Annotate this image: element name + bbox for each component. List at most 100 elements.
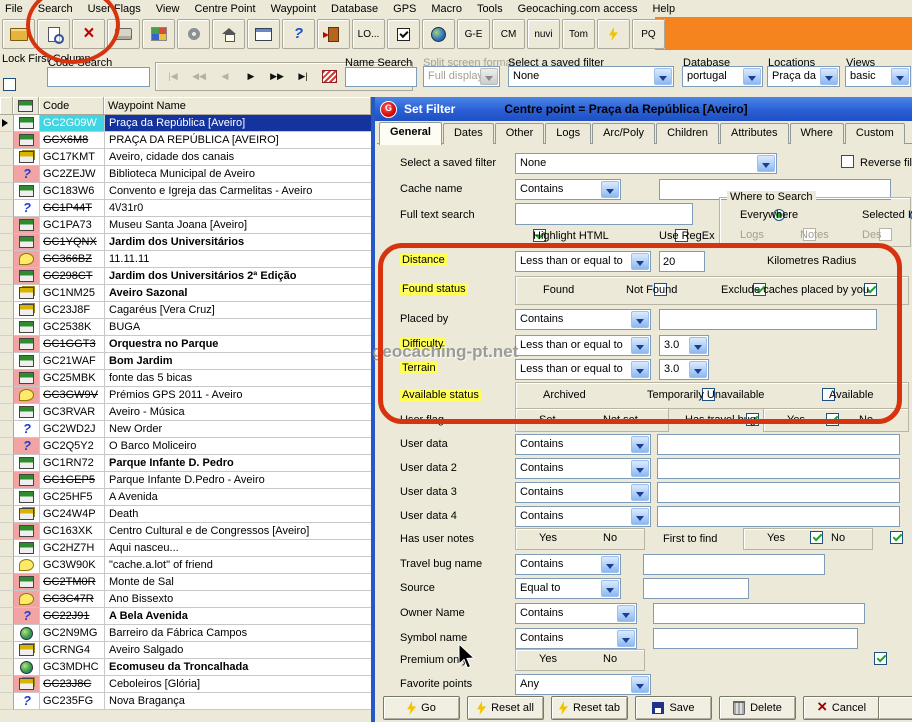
chevron-down-icon[interactable]: [820, 68, 838, 85]
database-select[interactable]: portugal: [682, 66, 763, 87]
partial-button[interactable]: [878, 696, 912, 720]
chevron-down-icon[interactable]: [601, 580, 619, 597]
table-row[interactable]: GC23J8F Cagaréus [Vera Cruz]: [0, 302, 371, 319]
dialog-button[interactable]: Go: [383, 696, 460, 720]
user-data3-op-select[interactable]: Contains: [515, 482, 651, 503]
symbol-name-input[interactable]: [653, 628, 858, 649]
table-row[interactable]: GC1YQNX Jardim dos Universitários: [0, 234, 371, 251]
saved-filter-select[interactable]: None: [508, 66, 674, 87]
dialog-button[interactable]: Reset tab: [551, 696, 628, 720]
table-row[interactable]: GC3MDHC Ecomuseu da Troncalhada: [0, 659, 371, 676]
code-search-input[interactable]: [47, 67, 150, 87]
toolbar-button[interactable]: [177, 19, 210, 49]
table-row[interactable]: GC163XK Centro Cultural e de Congressos …: [0, 523, 371, 540]
toolbar-button[interactable]: LO...: [352, 19, 385, 49]
chevron-down-icon[interactable]: [631, 460, 649, 477]
dialog-button[interactable]: Delete: [719, 696, 796, 720]
chevron-down-icon[interactable]: [631, 337, 649, 354]
toolbar-button[interactable]: [282, 19, 315, 49]
source-op-select[interactable]: Equal to: [515, 578, 621, 599]
chevron-down-icon[interactable]: [654, 68, 672, 85]
table-row[interactable]: GC2538K BUGA: [0, 319, 371, 336]
record-nav-button[interactable]: ▶|: [292, 66, 314, 87]
menu-item[interactable]: Database: [331, 3, 378, 15]
difficulty-value-select[interactable]: 3.0: [659, 335, 709, 356]
dialog-tab[interactable]: Dates: [443, 123, 494, 144]
source-input[interactable]: [643, 578, 749, 599]
chevron-down-icon[interactable]: [631, 253, 649, 270]
dialog-tab[interactable]: Other: [495, 123, 545, 144]
travel-bug-name-op-select[interactable]: Contains: [515, 554, 621, 575]
chevron-down-icon[interactable]: [631, 436, 649, 453]
table-row[interactable]: GC298CT Jardim dos Universitários 2ª Edi…: [0, 268, 371, 285]
toolbar-button[interactable]: [387, 19, 420, 49]
toolbar-button[interactable]: [107, 19, 140, 49]
favorite-points-select[interactable]: Any: [515, 674, 651, 695]
dialog-saved-filter-select[interactable]: None: [515, 153, 777, 174]
toolbar-button[interactable]: Tom: [562, 19, 595, 49]
table-row[interactable]: GC1RN72 Parque Infante D. Pedro: [0, 455, 371, 472]
toolbar-button[interactable]: CM: [492, 19, 525, 49]
reverse-filter-checkbox[interactable]: [841, 155, 854, 168]
user-notes-no-checkbox[interactable]: [890, 531, 903, 544]
table-row[interactable]: GC2HZ7H Aqui nasceu...: [0, 540, 371, 557]
full-text-search-input[interactable]: [515, 203, 693, 225]
dialog-tab[interactable]: Children: [656, 123, 719, 144]
chevron-down-icon[interactable]: [631, 508, 649, 525]
toolbar-button[interactable]: [247, 19, 280, 49]
chevron-down-icon[interactable]: [480, 68, 498, 85]
record-nav-button[interactable]: ◀: [214, 66, 236, 87]
menu-item[interactable]: Geocaching.com access: [518, 3, 638, 15]
table-row[interactable]: GC21WAF Bom Jardim: [0, 353, 371, 370]
chevron-down-icon[interactable]: [631, 484, 649, 501]
cache-name-op-select[interactable]: Contains: [515, 179, 621, 200]
dialog-tab[interactable]: General: [379, 122, 442, 145]
dialog-tab[interactable]: Logs: [545, 123, 591, 144]
owner-name-op-select[interactable]: Contains: [515, 603, 637, 624]
premium-yes-checkbox[interactable]: [874, 652, 887, 665]
table-row[interactable]: GC1NM25 Aveiro Sazonal: [0, 285, 371, 302]
record-nav-button[interactable]: ◀◀: [188, 66, 210, 87]
cache-type-header[interactable]: [13, 97, 39, 115]
table-row[interactable]: GC366BZ 11.11.11: [0, 251, 371, 268]
locations-select[interactable]: Praça da Rep: [767, 66, 840, 87]
menu-item[interactable]: Macro: [431, 3, 462, 15]
table-row[interactable]: GC23J8C Ceboleiros [Glória]: [0, 676, 371, 693]
toolbar-button[interactable]: [72, 19, 105, 49]
dialog-title-bar[interactable]: Set Filter Centre point = Praça da Repúb…: [375, 97, 912, 121]
record-nav-button[interactable]: |◀: [162, 66, 184, 87]
chevron-down-icon[interactable]: [689, 337, 707, 354]
record-nav-button[interactable]: [318, 66, 340, 87]
symbol-name-op-select[interactable]: Contains: [515, 628, 637, 649]
dialog-tab[interactable]: Arc/Poly: [592, 123, 655, 144]
menu-item[interactable]: Search: [38, 3, 73, 15]
dialog-button[interactable]: Reset all: [467, 696, 544, 720]
dialog-button[interactable]: Cancel: [803, 696, 880, 720]
toolbar-button[interactable]: nuvi: [527, 19, 560, 49]
table-row[interactable]: GCRNG4 Aveiro Salgado: [0, 642, 371, 659]
table-row[interactable]: GCX6M8 PRAÇA DA REPÚBLICA [AVEIRO]: [0, 132, 371, 149]
toolbar-button[interactable]: [37, 19, 70, 49]
terrain-op-select[interactable]: Less than or equal to: [515, 359, 651, 380]
owner-name-input[interactable]: [653, 603, 865, 624]
user-data4-input[interactable]: [657, 506, 900, 527]
table-row[interactable]: GC3W90K "cache.a.lot" of friend: [0, 557, 371, 574]
dialog-tab[interactable]: Attributes: [720, 123, 788, 144]
table-row[interactable]: GC2G09W Praça da República [Aveiro]: [0, 115, 371, 132]
toolbar-button[interactable]: [597, 19, 630, 49]
menu-item[interactable]: Tools: [477, 3, 503, 15]
dialog-tab[interactable]: Where: [790, 123, 844, 144]
table-row[interactable]: GC1GGT3 Orquestra no Parque: [0, 336, 371, 353]
table-row[interactable]: GC24W4P Death: [0, 506, 371, 523]
lock-first-column-checkbox[interactable]: [3, 78, 16, 91]
name-column-header[interactable]: Waypoint Name: [104, 97, 371, 115]
chevron-down-icon[interactable]: [631, 361, 649, 378]
record-nav-button[interactable]: ▶▶: [266, 66, 288, 87]
toolbar-button[interactable]: [2, 19, 35, 49]
table-row[interactable]: GC3RVAR Aveiro - Música: [0, 404, 371, 421]
terrain-value-select[interactable]: 3.0: [659, 359, 709, 380]
user-data4-op-select[interactable]: Contains: [515, 506, 651, 527]
table-row[interactable]: GC2WD2J New Order: [0, 421, 371, 438]
chevron-down-icon[interactable]: [601, 556, 619, 573]
table-row[interactable]: GC2Q5Y2 O Barco Moliceiro: [0, 438, 371, 455]
